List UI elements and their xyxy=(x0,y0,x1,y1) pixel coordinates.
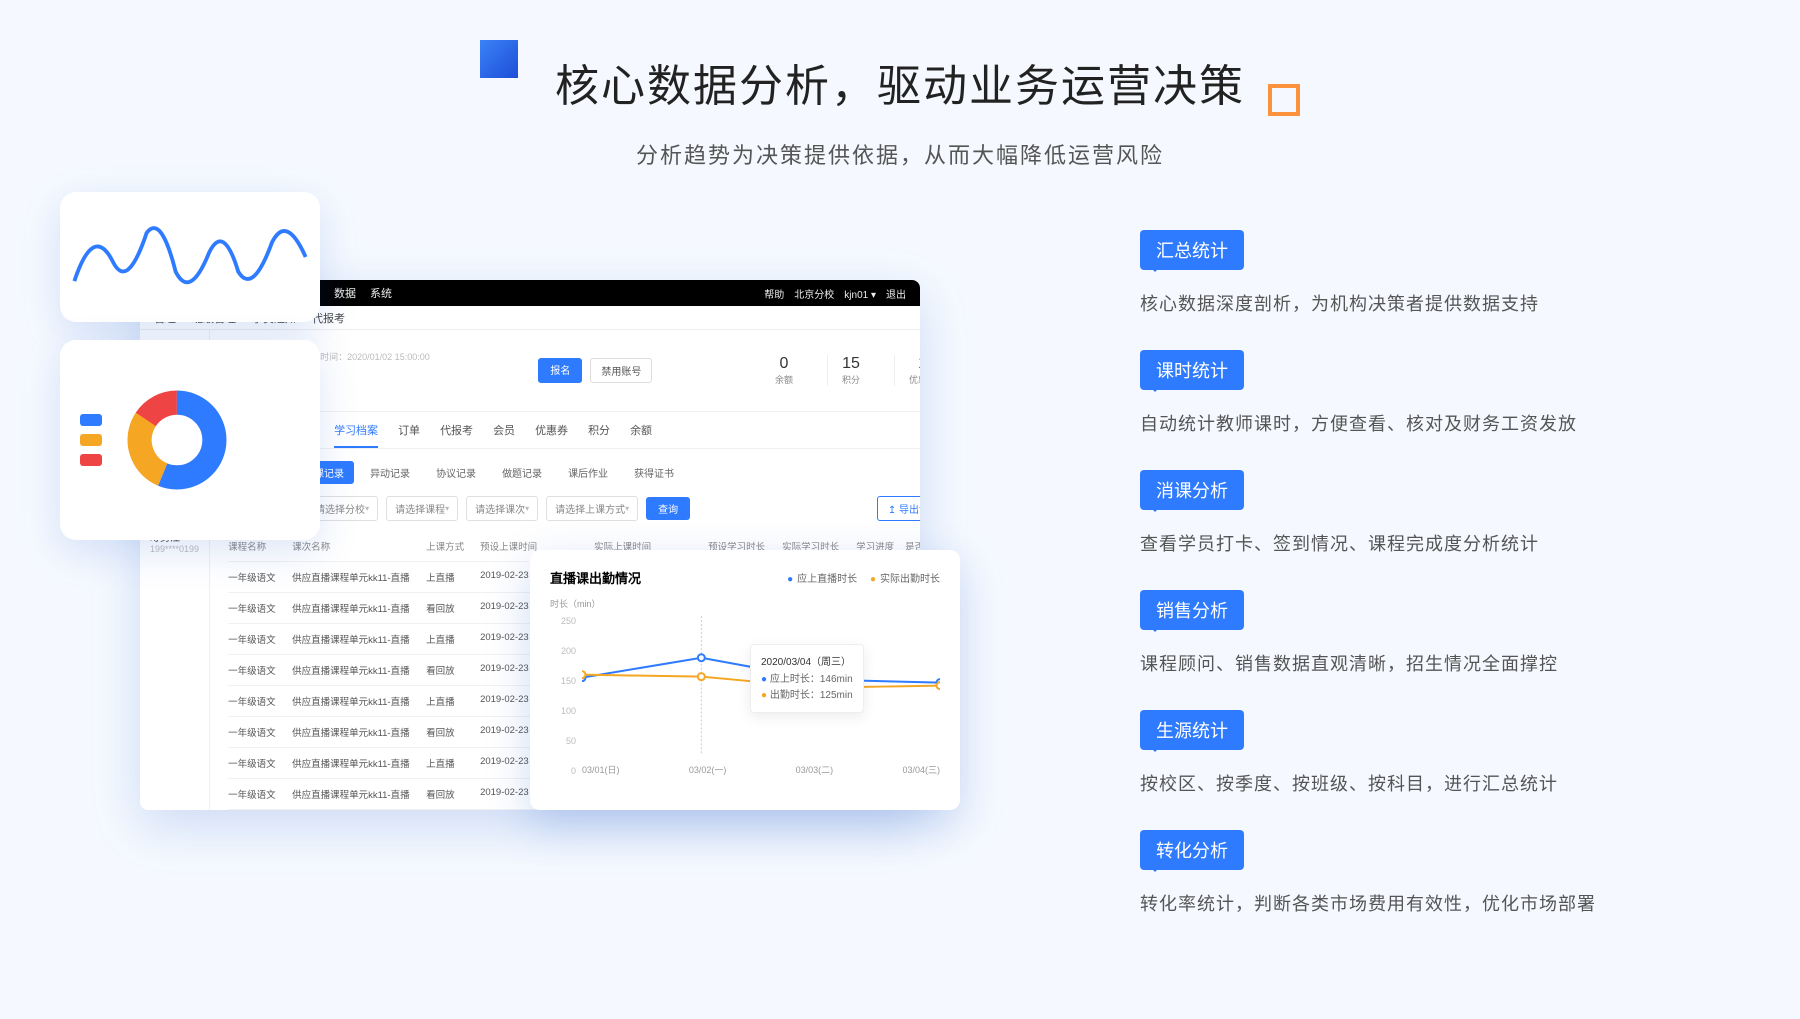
stat-item: 15积分 xyxy=(827,355,874,386)
feature-item: 生源统计按校区、按季度、按班级、按科目，进行汇总统计 xyxy=(1140,710,1680,796)
y-ticks: 250200150100500 xyxy=(550,616,576,776)
subtab-做题记录[interactable]: 做题记录 xyxy=(492,461,552,484)
legend-swatch-red xyxy=(80,454,102,466)
tooltip-actual: 出勤时长：125min xyxy=(761,688,853,704)
tab-学习档案[interactable]: 学习档案 xyxy=(334,422,378,448)
sparkline-icon xyxy=(72,204,308,310)
feature-desc: 查看学员打卡、签到情况、课程完成度分析统计 xyxy=(1140,530,1680,556)
feature-tag: 转化分析 xyxy=(1140,830,1244,870)
hero-title: 核心数据分析，驱动业务运营决策 xyxy=(0,50,1800,114)
feature-tag: 课时统计 xyxy=(1140,350,1244,390)
tab-订单[interactable]: 订单 xyxy=(398,422,420,448)
feature-item: 消课分析查看学员打卡、签到情况、课程完成度分析统计 xyxy=(1140,470,1680,556)
enroll-button[interactable]: 报名 xyxy=(538,358,582,383)
attendance-legend: 应上直播时长 实际出勤时长 xyxy=(777,570,940,585)
feature-item: 汇总统计核心数据深度剖析，为机构决策者提供数据支持 xyxy=(1140,230,1680,316)
topnav-item[interactable]: 数据 xyxy=(334,288,356,300)
attendance-chart-title: 直播课出勤情况 xyxy=(550,568,641,587)
profile-stats: 0余额 15积分 1优惠券 xyxy=(761,355,920,386)
stat-item: 0余额 xyxy=(761,355,807,386)
mini-line-chart-card xyxy=(60,192,320,322)
export-button[interactable]: ↥ 导出记录 xyxy=(877,496,920,521)
feature-item: 转化分析转化率统计，判断各类市场费用有效性，优化市场部署 xyxy=(1140,830,1680,916)
filter-session-select[interactable]: 请选择课次 xyxy=(466,496,538,521)
decoration-square-orange xyxy=(1268,84,1300,116)
tab-代报考[interactable]: 代报考 xyxy=(440,422,473,448)
subtab-异动记录[interactable]: 异动记录 xyxy=(360,461,420,484)
topright-item[interactable]: 退出 xyxy=(886,290,906,301)
subtab-获得证书[interactable]: 获得证书 xyxy=(624,461,684,484)
feature-desc: 转化率统计，判断各类市场费用有效性，优化市场部署 xyxy=(1140,890,1680,916)
feature-desc: 核心数据深度剖析，为机构决策者提供数据支持 xyxy=(1140,290,1680,316)
legend-swatch-orange xyxy=(80,434,102,446)
x-ticks: 03/01(日)03/02(一)03/03(二)03/04(三) xyxy=(582,763,940,776)
tooltip-planned: 应上时长：146min xyxy=(761,672,853,688)
filter-method-select[interactable]: 请选择上课方式 xyxy=(546,496,638,521)
top-right: 帮助北京分校 kjn01 ▾ 退出 xyxy=(754,286,906,301)
hero-subtitle: 分析趋势为决策提供依据，从而大幅降低运营风险 xyxy=(0,138,1800,170)
feature-list: 汇总统计核心数据深度剖析，为机构决策者提供数据支持课时统计自动统计教师课时，方便… xyxy=(1140,230,1680,950)
filter-course-select[interactable]: 请选择课程 xyxy=(386,496,458,521)
feature-tag: 消课分析 xyxy=(1140,470,1244,510)
legend-planned: 应上直播时长 xyxy=(777,574,857,585)
subtab-课后作业[interactable]: 课后作业 xyxy=(558,461,618,484)
feature-item: 销售分析课程顾问、销售数据直观清晰，招生情况全面撑控 xyxy=(1140,590,1680,676)
query-button[interactable]: 查询 xyxy=(646,497,690,520)
topnav-item[interactable]: 系统 xyxy=(370,288,392,300)
legend-actual: 实际出勤时长 xyxy=(860,574,940,585)
column-header: 上课方式 xyxy=(426,539,476,553)
feature-desc: 按校区、按季度、按班级、按科目，进行汇总统计 xyxy=(1140,770,1680,796)
attendance-chart-card: 直播课出勤情况 应上直播时长 实际出勤时长 时长（min） 2502001501… xyxy=(530,550,960,810)
feature-desc: 自动统计教师课时，方便查看、核对及财务工资发放 xyxy=(1140,410,1680,436)
feature-desc: 课程顾问、销售数据直观清晰，招生情况全面撑控 xyxy=(1140,650,1680,676)
column-header: 课程名称 xyxy=(228,539,288,553)
decoration-square-blue xyxy=(480,40,518,78)
donut-icon xyxy=(122,385,232,495)
y-axis-label: 时长（min） xyxy=(550,597,940,610)
tab-优惠券[interactable]: 优惠券 xyxy=(535,422,568,448)
mini-donut-chart-card xyxy=(60,340,320,540)
tooltip-title: 2020/03/04（周三） xyxy=(761,653,853,668)
column-header: 课次名称 xyxy=(292,539,422,553)
stat-item: 1优惠券 xyxy=(894,355,920,386)
topright-item[interactable]: 帮助 xyxy=(764,290,784,301)
topright-item[interactable]: 北京分校 xyxy=(794,290,834,301)
feature-tag: 销售分析 xyxy=(1140,590,1244,630)
tab-会员[interactable]: 会员 xyxy=(493,422,515,448)
subtab-协议记录[interactable]: 协议记录 xyxy=(426,461,486,484)
tab-积分[interactable]: 积分 xyxy=(588,422,610,448)
tab-余额[interactable]: 余额 xyxy=(630,422,652,448)
donut-legend xyxy=(80,406,102,474)
chart-tooltip: 2020/03/04（周三） 应上时长：146min 出勤时长：125min xyxy=(750,644,864,713)
topright-item[interactable]: kjn01 ▾ xyxy=(844,290,876,301)
feature-item: 课时统计自动统计教师课时，方便查看、核对及财务工资发放 xyxy=(1140,350,1680,436)
hero-section: 核心数据分析，驱动业务运营决策 分析趋势为决策提供依据，从而大幅降低运营风险 xyxy=(0,0,1800,170)
dashboard-mock: 教学运营题库资源财务数据系统 帮助北京分校kjn01 ▾退出 管理班级管理学员通… xyxy=(60,180,940,820)
feature-tag: 汇总统计 xyxy=(1140,230,1244,270)
legend-swatch-blue xyxy=(80,414,102,426)
disable-account-button[interactable]: 禁用账号 xyxy=(590,358,652,383)
feature-tag: 生源统计 xyxy=(1140,710,1244,750)
